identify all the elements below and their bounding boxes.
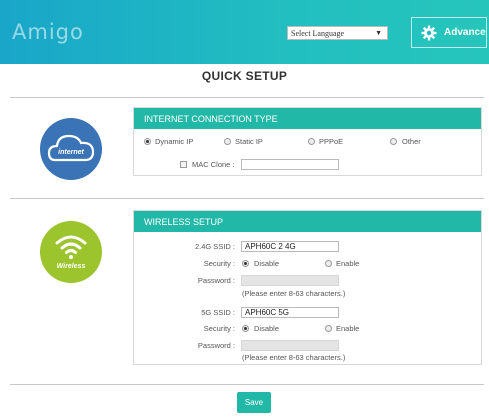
gear-icon — [421, 25, 437, 41]
radio-other[interactable] — [390, 138, 397, 145]
enable-24g-label: Enable — [336, 259, 360, 268]
wireless-setup-title: WIRELESS SETUP — [134, 211, 481, 232]
header-bar: Amigo Select Language ▼ Advance — [0, 0, 489, 64]
mac-clone-label: MAC Clone : — [192, 160, 235, 169]
password-5g-hint: (Please enter 8-63 characters.) — [242, 353, 346, 362]
mac-clone-input[interactable] — [241, 159, 339, 170]
radio-24g-enable[interactable] — [325, 260, 332, 267]
password-24g-label: Password : — [197, 276, 235, 285]
radio-static-ip[interactable] — [224, 138, 231, 145]
radio-pppoe[interactable] — [308, 138, 315, 145]
save-button[interactable]: Save — [237, 392, 271, 413]
disable-5g-label: Disable — [254, 324, 280, 333]
ssid-24g-label: 2.4G SSID : — [194, 242, 235, 251]
language-select[interactable]: Select Language ▼ — [287, 26, 388, 40]
radio-dynamic-ip[interactable] — [144, 138, 151, 145]
disable-24g-label: Disable — [254, 259, 280, 268]
mac-clone-checkbox[interactable] — [180, 161, 187, 168]
option-label-static-ip: Static IP — [235, 137, 263, 146]
ssid-5g-label: 5G SSID : — [201, 308, 235, 317]
advance-button[interactable]: Advance — [411, 17, 487, 48]
security-24g-label: Security : — [203, 259, 235, 268]
dropdown-arrow-icon: ▼ — [375, 29, 382, 37]
divider — [10, 97, 484, 98]
radio-24g-disable[interactable] — [242, 260, 249, 267]
wifi-icon: Wireless — [40, 221, 102, 283]
language-select-value: Select Language — [291, 29, 345, 38]
brand-logo: Amigo — [12, 20, 84, 44]
wireless-label: Wireless — [56, 263, 86, 270]
internet-label: internet — [58, 149, 84, 156]
enable-5g-label: Enable — [336, 324, 360, 333]
ssid-24g-input[interactable]: APH60C 2 4G — [241, 241, 339, 252]
password-5g-input[interactable] — [241, 340, 339, 351]
option-label-other: Other — [402, 137, 421, 146]
divider — [10, 384, 484, 385]
radio-5g-disable[interactable] — [242, 325, 249, 332]
internet-connection-panel: INTERNET CONNECTION TYPE Dynamic IP Stat… — [133, 107, 482, 176]
advance-label: Advance — [444, 27, 486, 38]
page-title: QUICK SETUP — [201, 69, 288, 83]
password-24g-input[interactable] — [241, 275, 339, 286]
internet-cloud-icon: internet — [40, 118, 102, 180]
password-24g-hint: (Please enter 8-63 characters.) — [242, 289, 346, 298]
password-5g-label: Password : — [197, 341, 235, 350]
option-label-dynamic-ip: Dynamic IP — [155, 137, 194, 146]
radio-5g-enable[interactable] — [325, 325, 332, 332]
divider — [10, 198, 484, 199]
security-5g-label: Security : — [203, 324, 235, 333]
internet-connection-title: INTERNET CONNECTION TYPE — [134, 108, 481, 129]
ssid-5g-input[interactable]: APH60C 5G — [241, 307, 339, 318]
option-label-pppoe: PPPoE — [319, 137, 344, 146]
wireless-setup-panel: WIRELESS SETUP 2.4G SSID : APH60C 2 4G S… — [133, 210, 482, 365]
